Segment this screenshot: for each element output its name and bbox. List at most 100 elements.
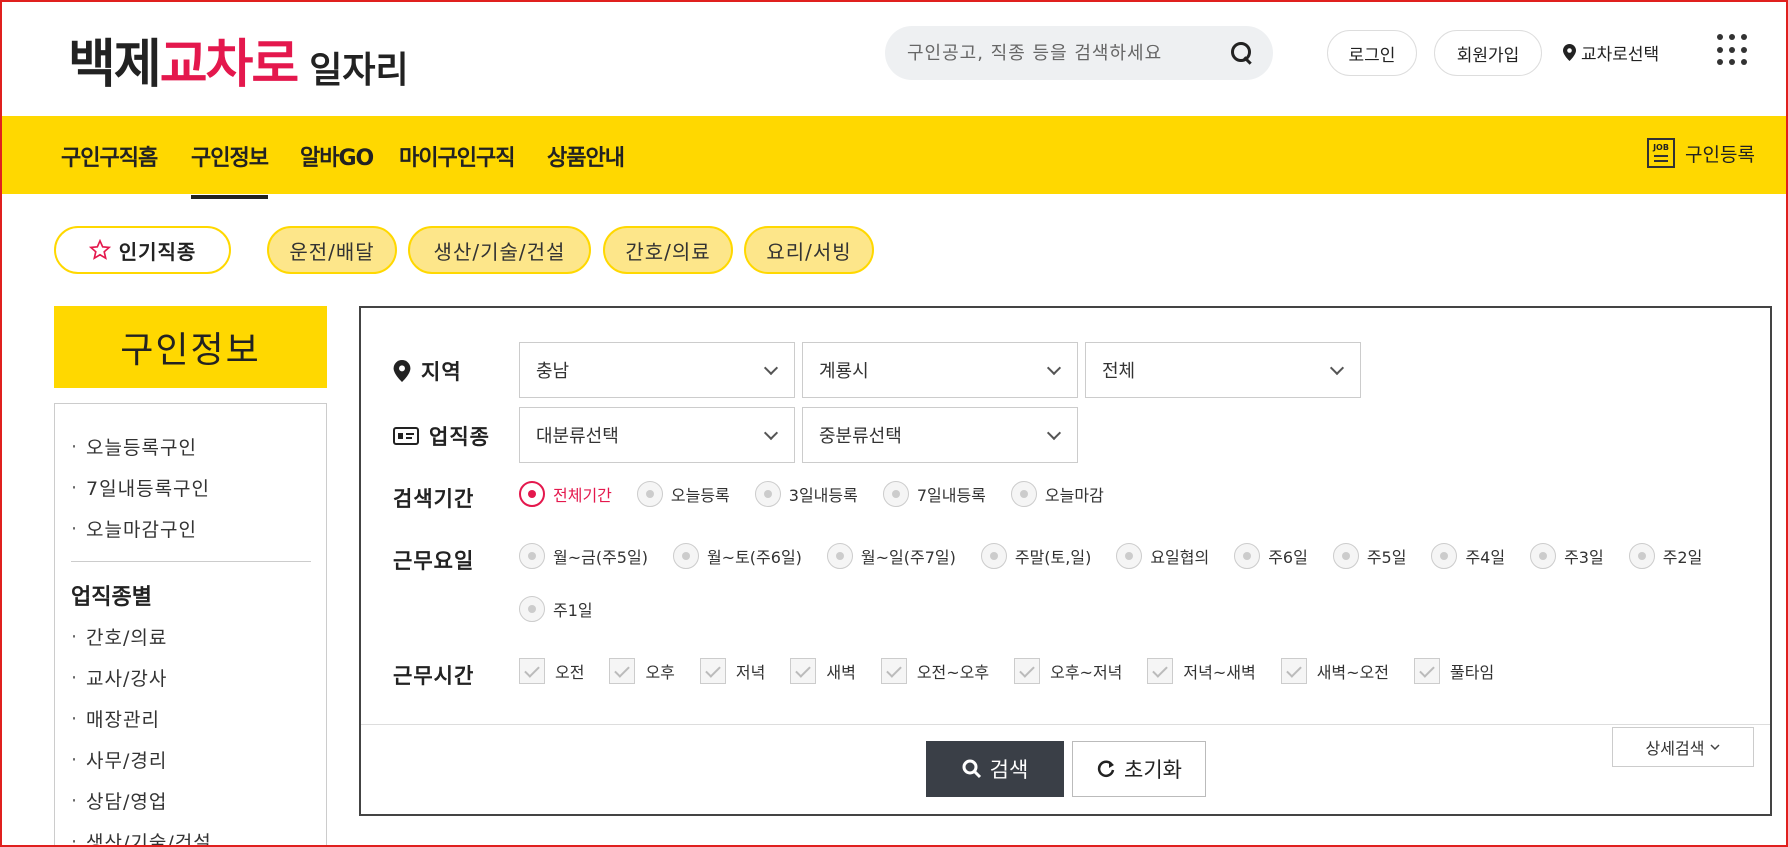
signup-button[interactable]: 회원가입 bbox=[1434, 30, 1542, 76]
workday-option[interactable]: 주2일 bbox=[1628, 543, 1702, 569]
detail-search-button[interactable]: 상세검색 bbox=[1612, 727, 1754, 767]
site-logo[interactable]: 백제 교차로 일자리 bbox=[68, 22, 409, 97]
sidebar-title: 구인정보 bbox=[54, 306, 327, 388]
radio[interactable] bbox=[519, 543, 545, 569]
sidebar-item-office[interactable]: 사무/경리 bbox=[71, 739, 326, 780]
job-major-select[interactable]: 대분류선택 bbox=[519, 407, 795, 463]
workday-option[interactable]: 주6일 bbox=[1234, 543, 1308, 569]
region-city-select[interactable]: 계룡시 bbox=[802, 342, 1078, 398]
checkbox[interactable] bbox=[519, 658, 545, 684]
radio[interactable] bbox=[1116, 543, 1143, 569]
worktime-option[interactable]: 풀타임 bbox=[1414, 658, 1494, 684]
option-label: 월~금(주5일) bbox=[553, 548, 648, 567]
option-label: 주4일 bbox=[1465, 548, 1506, 567]
workday-option[interactable]: 주4일 bbox=[1431, 543, 1505, 569]
workday-option[interactable]: 주5일 bbox=[1332, 543, 1406, 569]
region-province-select[interactable]: 충남 bbox=[519, 342, 795, 398]
workday-option[interactable]: 월~토(주6일) bbox=[672, 543, 802, 569]
login-button[interactable]: 로그인 bbox=[1327, 30, 1417, 76]
period-option-7days[interactable]: 7일내등록 bbox=[882, 481, 986, 507]
workday-option[interactable]: 요일협의 bbox=[1116, 543, 1209, 569]
worktime-option[interactable]: 새벽~오전 bbox=[1280, 658, 1389, 684]
worktime-option[interactable]: 새벽 bbox=[790, 658, 856, 684]
radio[interactable] bbox=[1530, 543, 1557, 569]
worktime-option[interactable]: 오전 bbox=[519, 658, 584, 684]
sidebar-item-sales[interactable]: 상담/영업 bbox=[71, 780, 326, 821]
radio[interactable] bbox=[636, 481, 663, 507]
checkbox[interactable] bbox=[880, 658, 907, 684]
sidebar-item-store[interactable]: 매장관리 bbox=[71, 698, 326, 739]
period-option-all[interactable]: 전체기간 bbox=[519, 481, 612, 507]
option-label: 주6일 bbox=[1268, 548, 1308, 567]
checkbox[interactable] bbox=[609, 658, 636, 684]
sidebar-item-closing-today[interactable]: 오늘마감구인 bbox=[71, 508, 326, 549]
search-button[interactable]: 검색 bbox=[926, 741, 1064, 797]
checkbox[interactable] bbox=[1280, 658, 1307, 684]
workday-option[interactable]: 주3일 bbox=[1530, 543, 1604, 569]
chevron-down-icon bbox=[763, 360, 779, 376]
worktime-option[interactable]: 오후 bbox=[609, 658, 675, 684]
reset-button[interactable]: 초기화 bbox=[1072, 741, 1206, 797]
sidebar-item-production[interactable]: 생산/기술/건설 bbox=[71, 821, 326, 847]
worktime-option[interactable]: 저녁~새벽 bbox=[1147, 658, 1256, 684]
period-option-closing[interactable]: 오늘마감 bbox=[1010, 481, 1104, 507]
checkbox[interactable] bbox=[1414, 658, 1440, 684]
nav-item-products[interactable]: 상품안내 bbox=[547, 140, 625, 172]
id-card-icon bbox=[393, 427, 419, 445]
radio[interactable] bbox=[754, 481, 781, 507]
sidebar-item-teacher[interactable]: 교사/강사 bbox=[71, 657, 326, 698]
workday-option[interactable]: 월~금(주5일) bbox=[519, 543, 648, 569]
region-select-label: 교차로선택 bbox=[1581, 45, 1660, 65]
radio[interactable] bbox=[672, 543, 699, 569]
chip-cooking-serving[interactable]: 요리/서빙 bbox=[744, 226, 874, 274]
radio-selected[interactable] bbox=[519, 481, 545, 507]
worktime-option[interactable]: 저녁 bbox=[699, 658, 765, 684]
checkbox[interactable] bbox=[1147, 658, 1174, 684]
region-select-link[interactable]: 교차로선택 bbox=[1563, 40, 1659, 65]
chip-nursing-medical[interactable]: 간호/의료 bbox=[603, 226, 733, 274]
workday-option[interactable]: 월~일(주7일) bbox=[826, 543, 956, 569]
nav-item-home[interactable]: 구인구직홈 bbox=[61, 140, 158, 172]
sidebar-item-nursing[interactable]: 간호/의료 bbox=[71, 616, 326, 657]
location-pin-icon bbox=[1563, 44, 1576, 61]
job-register-link[interactable]: JOB 구인등록 bbox=[1647, 138, 1755, 168]
option-label: 저녁~새벽 bbox=[1183, 663, 1256, 682]
worktime-option[interactable]: 오전~오후 bbox=[880, 658, 989, 684]
job-minor-select[interactable]: 중분류선택 bbox=[802, 407, 1078, 463]
radio[interactable] bbox=[1332, 543, 1359, 569]
chip-production-tech[interactable]: 생산/기술/건설 bbox=[408, 226, 591, 274]
region-label: 지역 bbox=[421, 360, 462, 384]
radio[interactable] bbox=[519, 596, 545, 622]
worktime-option[interactable]: 오후~저녁 bbox=[1014, 658, 1122, 684]
radio[interactable] bbox=[1431, 543, 1458, 569]
checkbox[interactable] bbox=[790, 658, 817, 684]
sidebar-item-today[interactable]: 오늘등록구인 bbox=[71, 426, 326, 467]
region-district-select[interactable]: 전체 bbox=[1085, 342, 1361, 398]
period-option-3days[interactable]: 3일내등록 bbox=[754, 481, 858, 507]
radio[interactable] bbox=[1010, 481, 1037, 507]
radio[interactable] bbox=[826, 543, 853, 569]
nav-item-albago[interactable]: 알바GO bbox=[300, 140, 374, 172]
workday-option[interactable]: 주1일 bbox=[519, 596, 593, 622]
option-label: 전체기간 bbox=[553, 486, 612, 505]
workday-options-row1: 월~금(주5일) 월~토(주6일) 월~일(주7일) 주말(토,일) 요일협의 … bbox=[519, 543, 1727, 569]
option-label: 주1일 bbox=[553, 601, 593, 620]
all-menu-grid-icon[interactable] bbox=[1717, 34, 1747, 66]
search-bar bbox=[885, 26, 1273, 80]
logo-text-gyocharo: 교차로 bbox=[159, 35, 300, 95]
radio[interactable] bbox=[882, 481, 909, 507]
radio[interactable] bbox=[1234, 543, 1261, 569]
search-input[interactable] bbox=[907, 42, 1231, 64]
checkbox[interactable] bbox=[1014, 658, 1041, 684]
search-icon[interactable] bbox=[1231, 42, 1253, 64]
checkbox[interactable] bbox=[699, 658, 726, 684]
chip-driving-delivery[interactable]: 운전/배달 bbox=[267, 226, 397, 274]
period-option-today[interactable]: 오늘등록 bbox=[636, 481, 730, 507]
sidebar-item-7days[interactable]: 7일내등록구인 bbox=[71, 467, 326, 508]
nav-item-my-jobs[interactable]: 마이구인구직 bbox=[399, 140, 515, 172]
workday-option[interactable]: 주말(토,일) bbox=[980, 543, 1091, 569]
radio[interactable] bbox=[980, 543, 1007, 569]
popular-jobs-chip[interactable]: 인기직종 bbox=[54, 226, 231, 274]
nav-item-job-info[interactable]: 구인정보 bbox=[191, 140, 269, 199]
radio[interactable] bbox=[1628, 543, 1655, 569]
